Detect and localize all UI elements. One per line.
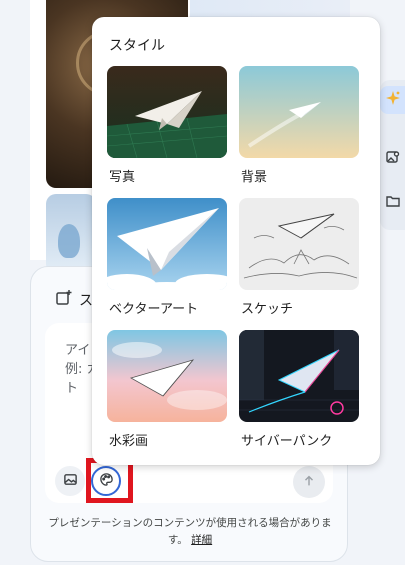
- paper-plane-photo-icon: [107, 66, 227, 158]
- image-person-icon: [385, 149, 401, 169]
- style-option-label: 水彩画: [109, 434, 149, 449]
- arrow-up-icon: [302, 473, 316, 492]
- style-palette-button[interactable]: [91, 466, 121, 496]
- style-option-watercolor[interactable]: 水彩画: [107, 330, 227, 449]
- style-popup: スタイル 写真 背景 ベクターアート スケッチ 水彩画 サイバーパンク: [92, 17, 380, 465]
- paper-plane-watercolor-icon: [107, 330, 227, 422]
- send-button[interactable]: [293, 466, 325, 498]
- disclaimer-text: プレゼンテーションのコンテンツが使用される場合があります。: [48, 517, 332, 546]
- paper-plane-sketch-icon: [239, 198, 359, 290]
- style-option-photo[interactable]: 写真: [107, 66, 227, 185]
- popup-title: スタイル: [109, 38, 165, 54]
- folder-tool-button[interactable]: [380, 189, 405, 217]
- style-option-label: 背景: [241, 170, 268, 185]
- paper-plane-cyberpunk-icon: [239, 330, 359, 422]
- style-option-sketch[interactable]: スケッチ: [239, 198, 359, 317]
- paper-plane-background-icon: [239, 66, 359, 158]
- background-thumbnail-water[interactable]: [46, 194, 96, 274]
- sparkle-tool-button[interactable]: [380, 86, 405, 114]
- image-icon: [63, 472, 78, 491]
- style-option-cyberpunk[interactable]: サイバーパンク: [239, 330, 359, 449]
- compose-header: ス: [55, 289, 93, 311]
- palette-icon: [99, 472, 114, 491]
- style-option-vector-art[interactable]: ベクターアート: [107, 198, 227, 317]
- compose-header-label: ス: [79, 293, 93, 309]
- image-person-tool-button[interactable]: [380, 145, 405, 173]
- background-thumbnail-top[interactable]: [190, 0, 350, 18]
- folder-icon: [385, 193, 401, 213]
- add-image-icon: [55, 289, 73, 311]
- style-option-label: 写真: [109, 170, 136, 185]
- paper-plane-vector-art-icon: [107, 198, 227, 290]
- style-option-background[interactable]: 背景: [239, 66, 359, 185]
- style-option-label: ベクターアート: [109, 302, 199, 317]
- details-link[interactable]: 詳細: [191, 534, 212, 546]
- sparkle-icon: [385, 90, 401, 110]
- insert-image-button[interactable]: [55, 466, 85, 496]
- compose-disclaimer: プレゼンテーションのコンテンツが使用される場合があります。 詳細: [39, 515, 341, 549]
- style-option-label: サイバーパンク: [241, 434, 333, 449]
- style-option-label: スケッチ: [241, 302, 294, 317]
